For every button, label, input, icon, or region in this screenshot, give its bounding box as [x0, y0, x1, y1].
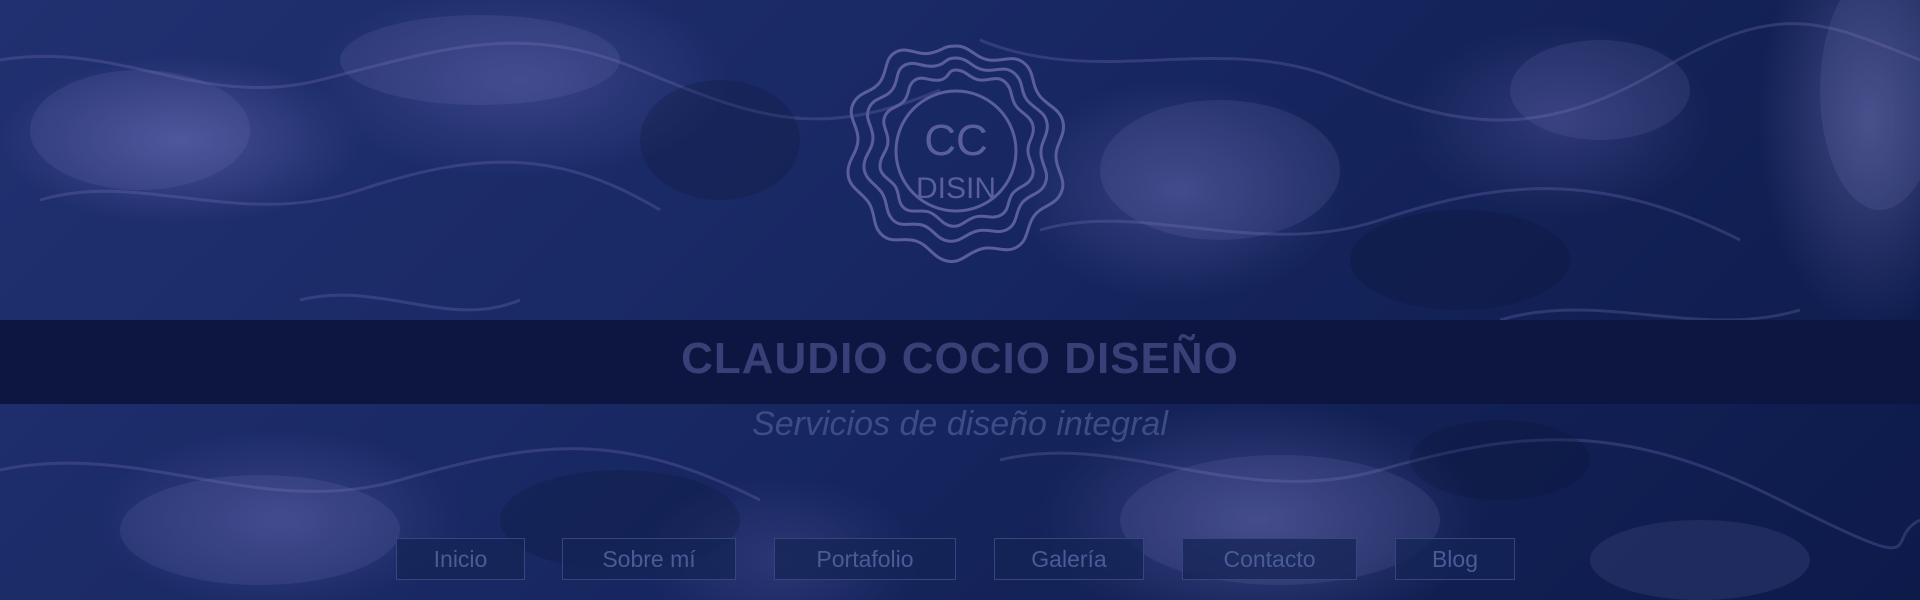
main-navigation: Inicio Sobre mí Portafolio Galería Conta… — [0, 538, 1920, 582]
nav-blog-button[interactable]: Blog — [1395, 538, 1515, 580]
nav-inicio-button[interactable]: Inicio — [396, 538, 525, 580]
nav-galeria-button[interactable]: Galería — [994, 538, 1144, 580]
nav-contacto-button[interactable]: Contacto — [1182, 538, 1357, 580]
hero-section: CC DISIN CLAUDIO COCIO DISEÑO Servicios … — [0, 0, 1920, 600]
site-title: CLAUDIO COCIO DISEÑO — [681, 334, 1239, 383]
logo-wordmark: DISIN — [916, 172, 996, 205]
nav-sobre-mi-button[interactable]: Sobre mí — [562, 538, 736, 580]
logo-initials: CC — [924, 116, 988, 165]
nav-portafolio-button[interactable]: Portafolio — [774, 538, 956, 580]
site-tagline: Servicios de diseño integral — [752, 405, 1168, 443]
brand-logo[interactable]: CC DISIN — [843, 38, 1069, 264]
